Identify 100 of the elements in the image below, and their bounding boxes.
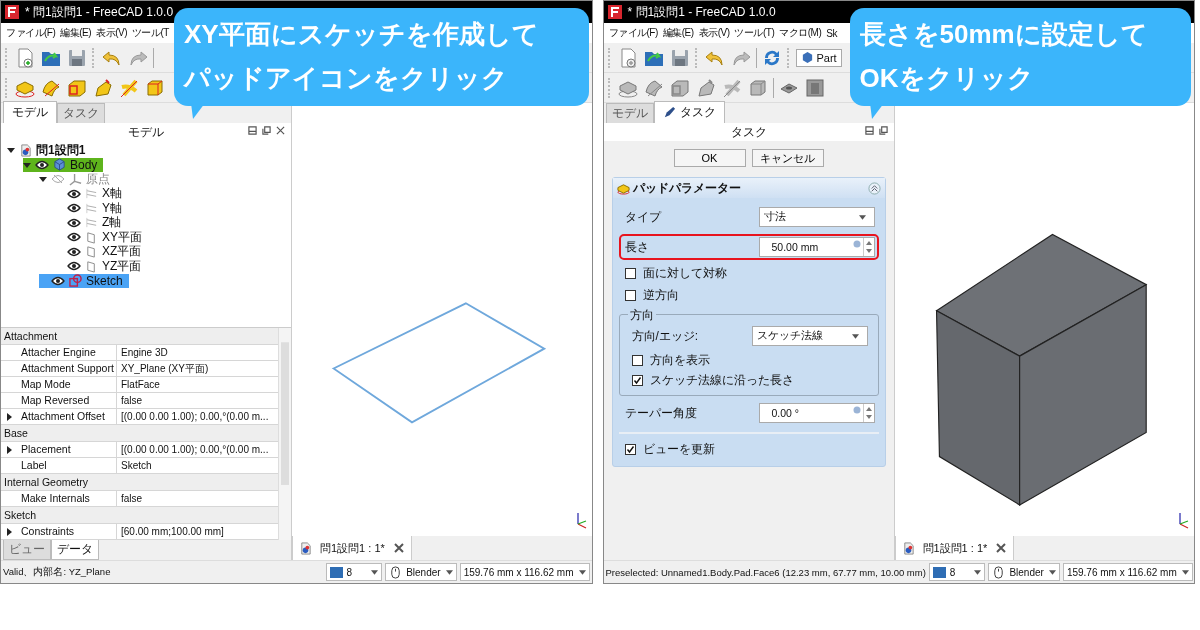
group-label: 方向 xyxy=(627,307,656,324)
dropdown[interactable]: 寸法 xyxy=(758,207,875,227)
document-icon xyxy=(19,143,32,157)
navigation-dropdown[interactable]: Blender xyxy=(988,563,1060,581)
panel-tab[interactable]: データ xyxy=(51,540,99,560)
float-icon[interactable] xyxy=(262,126,271,135)
checkbox-box[interactable] xyxy=(631,374,643,386)
menu-item[interactable]: マクロ(M) xyxy=(779,26,822,40)
dock-icon[interactable] xyxy=(248,126,257,135)
property-value[interactable]: [(0.00 0.00 1.00); 0.00,°(0.00 m... xyxy=(117,442,278,458)
expand-arrow-icon[interactable] xyxy=(5,527,13,536)
menu-item[interactable]: ファイル(F) xyxy=(608,26,658,40)
eye-icon[interactable] xyxy=(67,246,81,257)
tree-item[interactable]: X軸 xyxy=(55,186,128,201)
panel-title: モデル xyxy=(128,123,164,141)
checkbox-box[interactable] xyxy=(624,289,636,301)
tree-item[interactable]: XZ平面 xyxy=(55,244,148,259)
document-tab[interactable]: 問1設問1 : 1* xyxy=(894,536,1015,561)
expand-arrow-icon[interactable] xyxy=(7,146,15,155)
menu-item[interactable]: 表示(V) xyxy=(96,26,127,40)
eye-icon[interactable] xyxy=(67,203,81,214)
checkbox-box[interactable] xyxy=(631,354,643,366)
mouse-icon xyxy=(992,565,1006,579)
expand-arrow-icon[interactable] xyxy=(5,412,13,421)
pencil-icon xyxy=(662,106,676,119)
scrollbar[interactable] xyxy=(278,328,291,540)
property-value[interactable]: [60.00 mm;100.00 mm] xyxy=(117,524,278,540)
eye-icon[interactable] xyxy=(67,261,81,272)
draw-style-dropdown[interactable]: 8 xyxy=(325,563,383,581)
dock-tab[interactable]: モデル xyxy=(605,103,654,123)
tree-item[interactable]: Y軸 xyxy=(55,201,128,216)
tree-item[interactable]: Body xyxy=(23,157,104,172)
number-field[interactable]: 0.00 ° xyxy=(758,403,875,423)
checkbox-option[interactable]: スケッチ法線に沿った長さ xyxy=(625,371,872,389)
dimensions-dropdown[interactable]: 159.76 mm x 116.62 mm xyxy=(1062,563,1193,581)
tree-item[interactable]: XY平面 xyxy=(55,230,148,245)
number-field[interactable]: 50.00 mm xyxy=(758,237,875,257)
caret-icon xyxy=(371,569,379,575)
close-icon[interactable] xyxy=(995,542,1008,554)
property-value[interactable]: false xyxy=(117,393,278,409)
navigation-dropdown[interactable]: Blender xyxy=(385,563,457,581)
dialog-button[interactable]: キャンセル xyxy=(751,149,824,167)
shaded-square-icon xyxy=(329,566,343,578)
pocket-block-icon[interactable] xyxy=(803,76,826,99)
menu-item[interactable]: Sk xyxy=(826,27,837,39)
solid-feature-icon[interactable] xyxy=(92,76,114,99)
eye-icon[interactable] xyxy=(35,159,49,170)
caret-icon xyxy=(445,569,453,575)
checkbox-box[interactable] xyxy=(624,267,636,279)
menu-item[interactable]: ツール(T) xyxy=(734,26,775,40)
tree-item[interactable]: Sketch xyxy=(39,273,129,288)
dropdown[interactable]: スケッチ法線 xyxy=(751,326,868,346)
checkbox-option[interactable]: 逆方向 xyxy=(618,286,879,304)
expand-arrow-icon[interactable] xyxy=(39,175,47,184)
property-value[interactable]: Engine 3D xyxy=(117,345,278,361)
float-icon[interactable] xyxy=(878,126,888,135)
checkbox-option[interactable]: 面に対して対称 xyxy=(618,264,879,282)
property-name: Map Mode xyxy=(17,377,117,393)
menu-item[interactable]: ツール(T xyxy=(131,26,169,40)
dock-icon[interactable] xyxy=(864,126,874,135)
draw-style-dropdown[interactable]: 8 xyxy=(928,563,986,581)
eye-icon[interactable] xyxy=(51,275,65,286)
property-group: Attachment xyxy=(1,328,278,345)
eye-icon[interactable] xyxy=(67,188,81,199)
tree-item[interactable]: 問1設問1 xyxy=(7,143,92,158)
eye-icon[interactable] xyxy=(67,232,81,243)
expand-arrow-icon[interactable] xyxy=(23,160,31,169)
panel-tab[interactable]: ビュー xyxy=(3,540,51,560)
menu-item[interactable]: 表示(V) xyxy=(698,26,730,40)
dialog-button[interactable]: OK xyxy=(673,149,746,167)
tree-item[interactable]: 原点 xyxy=(39,172,116,187)
spin-arrows-icon[interactable] xyxy=(862,238,874,256)
checkbox-option[interactable]: ビューを更新 xyxy=(618,440,879,458)
checkbox-option[interactable]: 方向を表示 xyxy=(625,351,872,369)
window-title: * 問1設問1 - FreeCAD 1.0.0 xyxy=(627,3,776,21)
menu-item[interactable]: ファイル(F) xyxy=(6,26,56,40)
spin-arrows-icon[interactable] xyxy=(862,404,874,422)
collapse-icon[interactable] xyxy=(867,181,881,195)
dock-tab[interactable]: モデル xyxy=(3,101,57,123)
close-icon[interactable] xyxy=(392,542,405,554)
dock-tab[interactable]: タスク xyxy=(57,103,105,123)
axis-icon xyxy=(85,201,98,215)
menu-item[interactable]: 編集(E) xyxy=(60,26,92,40)
expand-arrow-icon[interactable] xyxy=(5,445,13,454)
property-value[interactable]: XY_Plane (XY平面) xyxy=(117,361,278,377)
panel-title: タスク xyxy=(730,123,767,141)
document-tab[interactable]: 問1設問1 : 1* xyxy=(292,536,412,561)
tree-item[interactable]: YZ平面 xyxy=(55,259,148,274)
workbench-dropdown[interactable]: Part xyxy=(795,48,842,67)
sketch-icon xyxy=(69,274,82,288)
tree-item[interactable]: Z軸 xyxy=(55,215,128,230)
property-value[interactable]: FlatFace xyxy=(117,377,278,393)
eye-icon[interactable] xyxy=(67,217,81,228)
axis-icon xyxy=(85,187,98,201)
checkbox-box[interactable] xyxy=(624,443,636,455)
menu-item[interactable]: 編集(E) xyxy=(662,26,694,40)
close-icon[interactable] xyxy=(276,126,285,135)
dimensions-dropdown[interactable]: 159.76 mm x 116.62 mm xyxy=(459,563,590,581)
shaded-square-icon xyxy=(932,566,946,578)
dock-tab[interactable]: タスク xyxy=(653,101,725,123)
